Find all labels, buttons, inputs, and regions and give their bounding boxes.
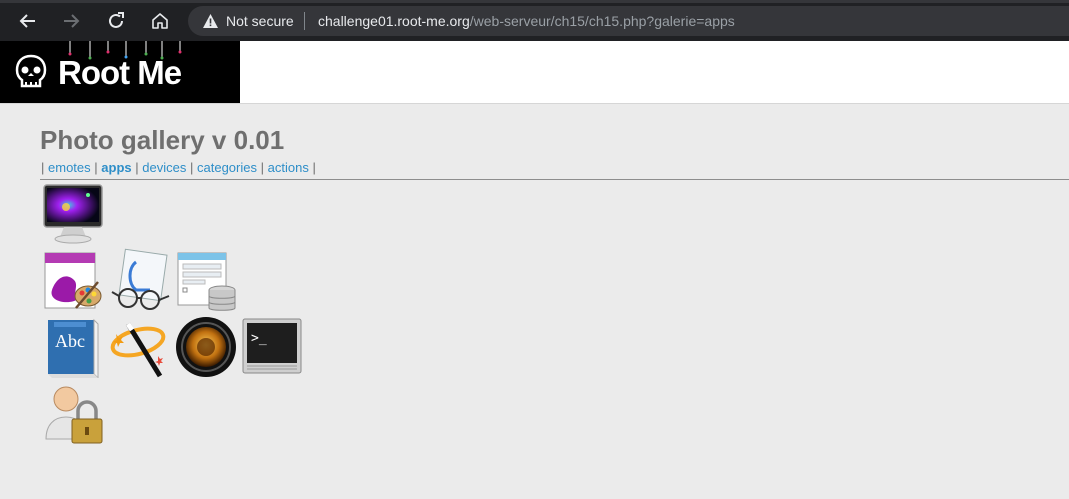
- security-label[interactable]: Not secure: [226, 13, 294, 29]
- monitor-icon[interactable]: [42, 183, 104, 245]
- tab-strip-edge: [0, 0, 1069, 3]
- nav-link-categories[interactable]: categories: [197, 160, 257, 175]
- nav-separator: |: [312, 160, 316, 175]
- nav-separator: |: [41, 160, 45, 175]
- browser-toolbar: Not secure challenge01.root-me.org/web-s…: [0, 0, 1069, 41]
- dictionary-book-icon[interactable]: Abc: [42, 316, 104, 380]
- nav-separator: |: [94, 160, 98, 175]
- nav-separator: |: [260, 160, 264, 175]
- site-header: Root Me: [0, 41, 1069, 104]
- url-path: /web-serveur/ch15/ch15.php?galerie=apps: [469, 13, 735, 29]
- logo-text: Root Me: [58, 54, 182, 91]
- url-text[interactable]: challenge01.root-me.org/web-serveur/ch15…: [318, 13, 735, 29]
- user-lock-icon[interactable]: [42, 381, 104, 444]
- reload-icon[interactable]: [103, 8, 129, 34]
- skull-icon: [14, 54, 48, 97]
- header-divider: [40, 179, 1069, 180]
- address-divider: [304, 12, 305, 30]
- warning-icon[interactable]: [202, 13, 219, 34]
- page-title: Photo gallery v 0.01: [40, 125, 285, 155]
- gallery-nav: | emotes | apps | devices | categories |…: [41, 160, 316, 175]
- address-bar[interactable]: Not secure challenge01.root-me.org/web-s…: [188, 6, 1069, 36]
- nav-link-apps[interactable]: apps: [101, 160, 131, 175]
- home-icon[interactable]: [147, 8, 173, 34]
- nav-link-emotes[interactable]: emotes: [48, 160, 91, 175]
- forward-icon[interactable]: [58, 8, 84, 34]
- preview-glasses-icon[interactable]: [108, 248, 170, 310]
- back-icon[interactable]: [15, 8, 41, 34]
- nav-separator: |: [135, 160, 139, 175]
- svg-text:>_: >_: [251, 331, 267, 346]
- svg-text:Abc: Abc: [55, 331, 85, 351]
- terminal-icon[interactable]: >_: [241, 316, 303, 378]
- paint-palette-icon[interactable]: [42, 250, 104, 312]
- root-me-logo[interactable]: Root Me: [0, 41, 240, 103]
- database-form-icon[interactable]: [175, 250, 237, 312]
- nav-link-devices[interactable]: devices: [142, 160, 186, 175]
- url-host: challenge01.root-me.org: [318, 13, 470, 29]
- camera-lens-icon[interactable]: [175, 316, 237, 378]
- magic-wand-icon[interactable]: [108, 316, 170, 378]
- nav-link-actions[interactable]: actions: [268, 160, 309, 175]
- nav-separator: |: [189, 160, 194, 175]
